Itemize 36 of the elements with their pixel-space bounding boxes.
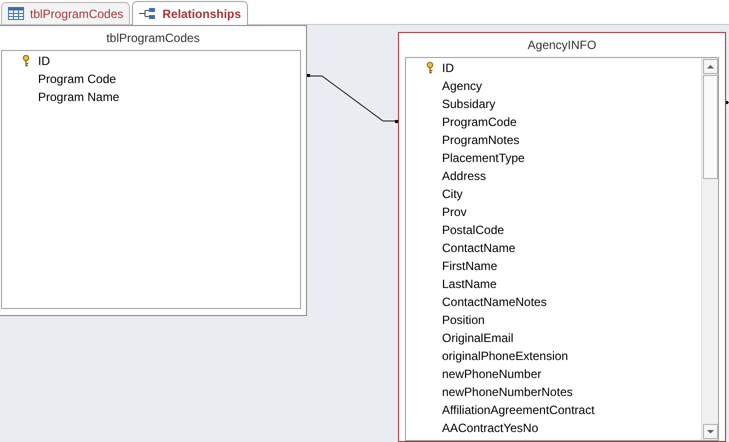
field-name[interactable]: City	[438, 185, 463, 203]
relationships-icon	[139, 7, 156, 20]
field-name[interactable]: ContactName	[438, 239, 516, 257]
field-name[interactable]: Agency	[438, 77, 482, 95]
scroll-thumb[interactable]	[702, 75, 718, 179]
field-name[interactable]: Subsidary	[438, 95, 496, 113]
field-name[interactable]: newPhoneNumberNotes	[438, 383, 573, 401]
field-name[interactable]: Program Code	[34, 70, 116, 88]
field-name[interactable]: Program Name	[34, 88, 120, 106]
field-name[interactable]: PostalCode	[438, 221, 504, 239]
field-name[interactable]: ContactNameNotes	[438, 293, 547, 311]
table-title: AgencyINFO	[526, 37, 598, 54]
table-icon	[8, 7, 24, 20]
field-name[interactable]: OriginalEmail	[438, 329, 514, 347]
field-name[interactable]: Address	[438, 167, 486, 185]
field-name[interactable]: ID	[34, 52, 50, 70]
field-name[interactable]: originalPhoneExtension	[438, 347, 568, 365]
scrollbar[interactable]	[701, 58, 718, 440]
field-name[interactable]: AAContractYesNo	[438, 419, 538, 437]
field-name[interactable]: ProgramNotes	[438, 131, 520, 149]
field-name[interactable]: ID	[438, 59, 454, 77]
field-name[interactable]: Position	[438, 311, 485, 329]
field-name[interactable]: AffiliationAgreementContract	[438, 401, 595, 419]
tab[interactable]: tblProgramCodes	[1, 2, 130, 24]
field-list[interactable]: ID Program Code Program Name	[1, 50, 301, 309]
scroll-up-icon[interactable]	[702, 59, 718, 74]
field-name[interactable]: ProgramCode	[438, 113, 517, 131]
field-name[interactable]: PlacementType	[438, 149, 525, 167]
table-window[interactable]: tblProgramCodes ID Program Code Program Name	[0, 25, 307, 316]
field-name[interactable]: Prov	[438, 203, 467, 221]
scroll-down-icon[interactable]	[702, 424, 718, 439]
field-name[interactable]: LastName	[438, 275, 497, 293]
field-name[interactable]: newPhoneNumber	[438, 365, 542, 383]
table-title: tblProgramCodes	[105, 30, 201, 47]
tab[interactable]: Relationships	[132, 1, 248, 25]
field-name[interactable]: FirstName	[438, 257, 498, 275]
